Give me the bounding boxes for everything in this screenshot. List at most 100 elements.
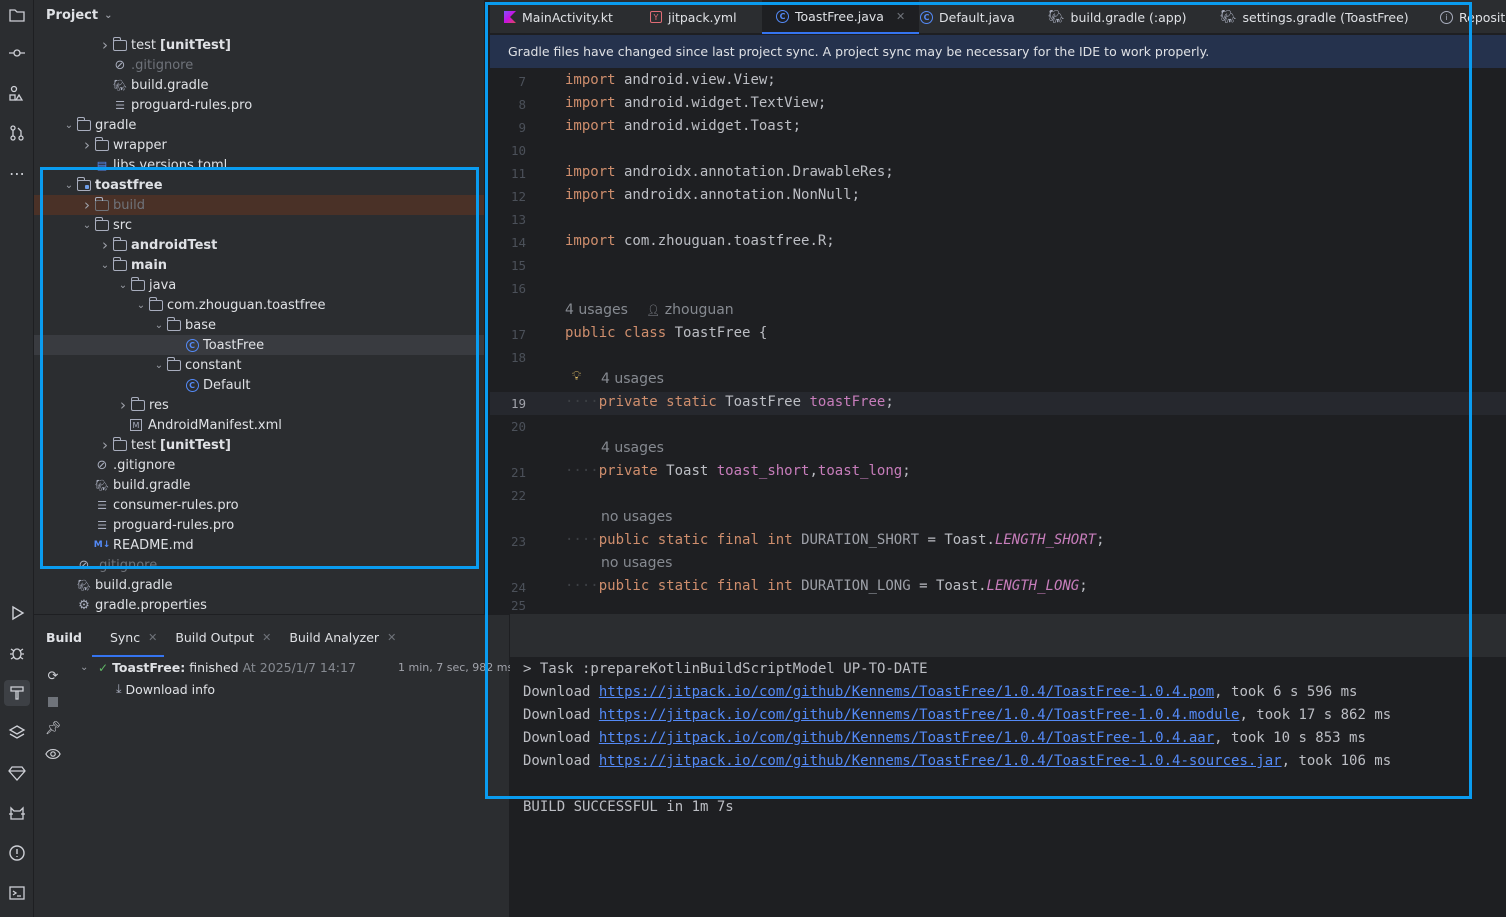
- usages-hint[interactable]: no usages: [601, 555, 672, 571]
- tree-item[interactable]: › build: [34, 195, 484, 215]
- usages-hint[interactable]: no usages: [601, 509, 672, 525]
- tree-item[interactable]: 🐘︎ build.gradle: [34, 575, 484, 595]
- chevron-right-icon[interactable]: ›: [80, 196, 94, 214]
- tree-item[interactable]: ⊘ .gitignore: [34, 455, 484, 475]
- tree-item[interactable]: ⌄ gradle: [34, 115, 484, 135]
- tab-label: Reposit: [1459, 9, 1506, 25]
- chevron-down-icon[interactable]: ⌄: [152, 320, 166, 331]
- tree-item[interactable]: ⌄ base: [34, 315, 484, 335]
- cat-icon[interactable]: [4, 800, 30, 826]
- class-icon: C: [776, 9, 789, 23]
- tree-item[interactable]: ☰ proguard-rules.pro: [34, 95, 484, 115]
- gradle-icon: 🐘︎: [77, 578, 91, 592]
- download-url[interactable]: https://jitpack.io/com/github/Kennems/To…: [599, 707, 1240, 723]
- tree-item[interactable]: ⌄ java: [34, 275, 484, 295]
- tree-item[interactable]: ▤ libs.versions.toml: [34, 155, 484, 175]
- tree-item[interactable]: › wrapper: [34, 135, 484, 155]
- pull-requests-icon[interactable]: [4, 120, 30, 146]
- lightbulb-icon[interactable]: 💡︎: [572, 369, 581, 384]
- usages-hint[interactable]: 4 usages: [601, 371, 664, 387]
- tree-item[interactable]: › test [unitTest]: [34, 35, 484, 55]
- tree-item[interactable]: › androidTest: [34, 235, 484, 255]
- tree-item[interactable]: C ToastFree: [34, 335, 484, 355]
- pin-icon[interactable]: 📌︎: [44, 719, 62, 737]
- usages-hint[interactable]: 4 usages: [601, 440, 664, 456]
- tab-build-output[interactable]: Build Output ✕: [175, 630, 271, 645]
- gem-icon[interactable]: [4, 760, 30, 786]
- build-duration: 1 min, 7 sec, 982 ms: [398, 661, 514, 674]
- tree-item[interactable]: 🐘︎ build.gradle: [34, 75, 484, 95]
- tab-build-analyzer[interactable]: Build Analyzer ✕: [289, 630, 396, 645]
- tab-mainactivity[interactable]: MainActivity.kt: [504, 0, 613, 34]
- chevron-down-icon[interactable]: ⌄: [116, 280, 130, 291]
- terminal-icon[interactable]: [4, 880, 30, 906]
- tab-sync[interactable]: Sync ✕: [110, 630, 157, 645]
- tree-item[interactable]: ⌄ src: [34, 215, 484, 235]
- chevron-right-icon[interactable]: ›: [98, 36, 112, 54]
- chevron-down-icon[interactable]: ⌄: [152, 360, 166, 371]
- chevron-down-icon[interactable]: ⌄: [62, 120, 76, 131]
- more-icon[interactable]: ⋯: [4, 160, 30, 186]
- chevron-down-icon[interactable]: ⌄: [134, 300, 148, 311]
- folder-icon[interactable]: [4, 2, 30, 28]
- tree-item[interactable]: ⌄ constant: [34, 355, 484, 375]
- tab-label: jitpack.yml: [668, 9, 737, 25]
- class-icon: C: [184, 378, 200, 392]
- close-icon[interactable]: ✕: [896, 10, 905, 23]
- chevron-down-icon[interactable]: ⌄: [80, 220, 94, 231]
- chevron-right-icon[interactable]: ›: [116, 396, 130, 414]
- layers-icon[interactable]: [4, 720, 30, 746]
- tree-item[interactable]: ⌄ com.zhouguan.toastfree: [34, 295, 484, 315]
- build-result-row[interactable]: ⌄ ✓ ToastFree: finished At 2025/1/7 14:1…: [80, 660, 356, 675]
- tab-default[interactable]: C Default.java: [920, 0, 1015, 34]
- eye-icon[interactable]: [44, 745, 62, 763]
- line-number: 18: [510, 350, 526, 365]
- tree-item[interactable]: ☰ consumer-rules.pro: [34, 495, 484, 515]
- close-icon[interactable]: ✕: [148, 631, 157, 644]
- tree-item[interactable]: ☰ proguard-rules.pro: [34, 515, 484, 535]
- tree-item[interactable]: › test [unitTest]: [34, 435, 484, 455]
- run-icon[interactable]: [4, 600, 30, 626]
- chevron-right-icon[interactable]: ›: [80, 136, 94, 154]
- usages-hint[interactable]: 4 usages 👤︎ zhouguan: [565, 302, 734, 318]
- download-url[interactable]: https://jitpack.io/com/github/Kennems/To…: [599, 684, 1214, 700]
- chevron-down-icon[interactable]: ⌄: [80, 662, 94, 673]
- tab-toastfree[interactable]: C ToastFree.java ✕: [762, 0, 920, 34]
- download-info-row[interactable]: ⤓ Download info: [116, 681, 215, 697]
- chevron-down-icon[interactable]: ⌄: [62, 180, 76, 191]
- close-icon[interactable]: ✕: [387, 631, 396, 644]
- tree-item[interactable]: ⌄ toastfree: [34, 175, 484, 195]
- sync-icon[interactable]: ⟳: [44, 667, 62, 685]
- tab-label: settings.gradle (ToastFree): [1242, 9, 1409, 25]
- download-url[interactable]: https://jitpack.io/com/github/Kennems/To…: [599, 730, 1214, 746]
- build-output-console[interactable]: > Task :prepareKotlinBuildScriptModel UP…: [510, 614, 1506, 917]
- tab-settings-gradle[interactable]: 🐘︎ settings.gradle (ToastFree): [1220, 0, 1409, 34]
- manifest-icon: M: [130, 419, 142, 431]
- tree-item[interactable]: ⊘ .gitignore: [34, 555, 484, 575]
- tree-item[interactable]: ⌄ main: [34, 255, 484, 275]
- tree-item[interactable]: › res: [34, 395, 484, 415]
- project-panel-header[interactable]: Project ⌄: [34, 0, 484, 30]
- chevron-right-icon[interactable]: ›: [98, 236, 112, 254]
- structure-icon[interactable]: [4, 80, 30, 106]
- download-url[interactable]: https://jitpack.io/com/github/Kennems/To…: [599, 753, 1282, 769]
- code-editor[interactable]: 7 8 9 10 11 12 13 14 15 16 17 18 19 20 21 22 23 24 25 impo…: [490, 68, 1506, 614]
- tree-item[interactable]: M AndroidManifest.xml: [34, 415, 484, 435]
- download-prefix: Download: [523, 730, 599, 746]
- tree-item[interactable]: ⚙ gradle.properties: [34, 595, 484, 615]
- close-icon[interactable]: ✕: [262, 631, 271, 644]
- chevron-right-icon[interactable]: ›: [98, 436, 112, 454]
- tree-item[interactable]: 🐘︎ build.gradle: [34, 475, 484, 495]
- tree-item[interactable]: M↓ README.md: [34, 535, 484, 555]
- tab-build-gradle-app[interactable]: 🐘︎ build.gradle (:app): [1048, 0, 1187, 34]
- commit-icon[interactable]: [4, 40, 30, 66]
- tab-jitpack[interactable]: Y jitpack.yml: [650, 0, 737, 34]
- chevron-down-icon[interactable]: ⌄: [98, 260, 112, 271]
- tab-repository[interactable]: i Reposit: [1440, 0, 1505, 34]
- build-tool-icon[interactable]: [4, 680, 30, 706]
- tree-item[interactable]: C Default: [34, 375, 484, 395]
- tree-item[interactable]: ⊘ .gitignore: [34, 55, 484, 75]
- debug-icon[interactable]: [4, 640, 30, 666]
- stop-icon[interactable]: [44, 693, 62, 711]
- problems-icon[interactable]: [4, 840, 30, 866]
